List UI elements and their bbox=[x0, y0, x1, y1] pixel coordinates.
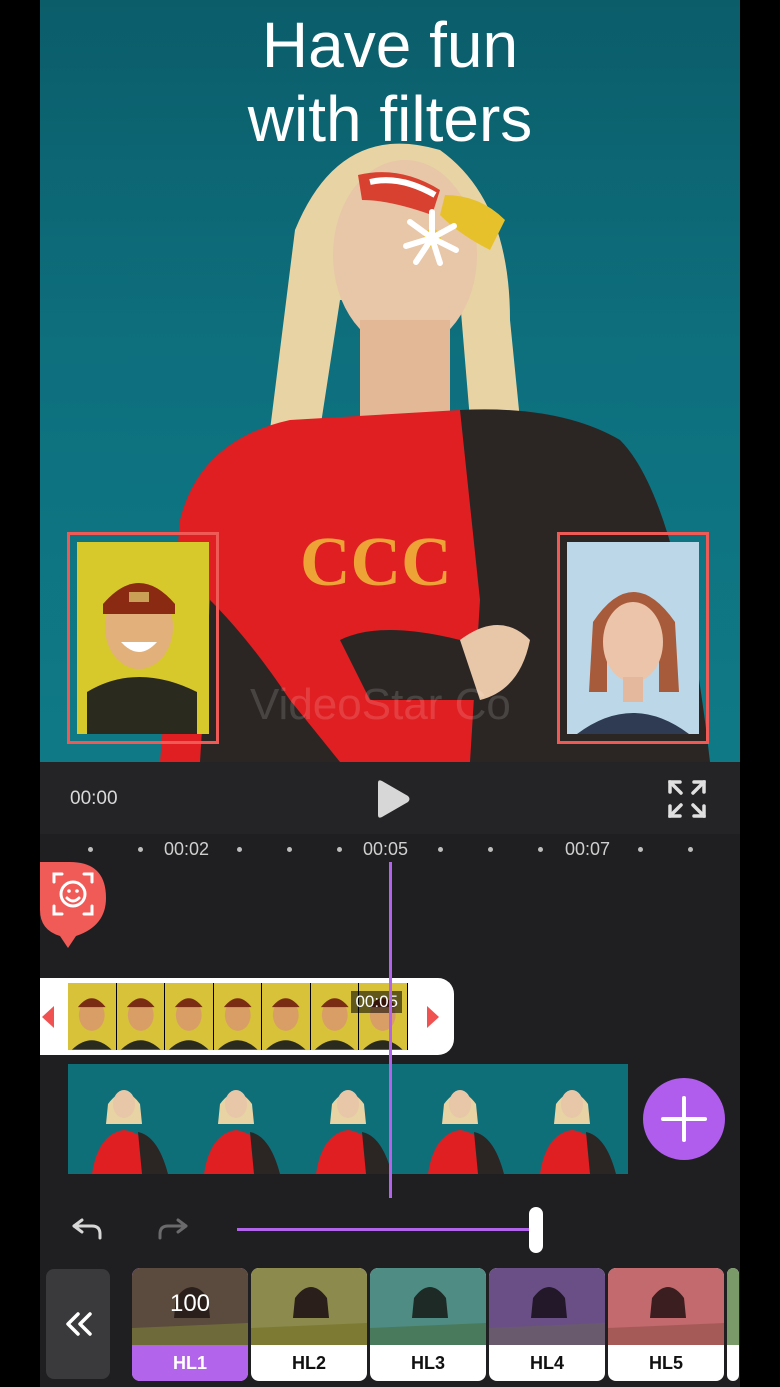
tick-label: 00:05 bbox=[363, 839, 409, 859]
ruler-dot bbox=[538, 847, 543, 852]
filter-preview bbox=[489, 1268, 605, 1345]
filter-item-hl1[interactable]: 100 HL1 bbox=[132, 1268, 248, 1381]
plus-icon bbox=[661, 1096, 707, 1142]
ruler-dot bbox=[488, 847, 493, 852]
headline-line-1: Have fun bbox=[261, 9, 519, 81]
current-time: 00:00 bbox=[70, 788, 118, 809]
add-clip-button[interactable] bbox=[643, 1078, 725, 1160]
headline-line-2: with filters bbox=[247, 83, 533, 155]
clip-thumb bbox=[292, 1064, 404, 1174]
ruler-dot bbox=[138, 847, 143, 852]
overlay-clip-thumbnails: 00:05 bbox=[68, 983, 408, 1050]
player-bar: 00:00 bbox=[40, 762, 740, 834]
face-photo-man bbox=[77, 542, 209, 734]
face-scan-icon[interactable] bbox=[40, 860, 106, 950]
double-chevron-left-icon bbox=[66, 1312, 92, 1336]
filter-item-hl4[interactable]: HL4 bbox=[489, 1268, 605, 1381]
face-detection-frame-left[interactable] bbox=[67, 532, 219, 744]
playhead[interactable] bbox=[389, 862, 392, 1198]
filter-strength-track[interactable] bbox=[237, 1228, 535, 1231]
filter-strength-handle[interactable] bbox=[529, 1207, 543, 1253]
face-photo-woman bbox=[567, 542, 699, 734]
face-detection-frame-right[interactable] bbox=[557, 532, 709, 744]
trim-left-handle[interactable] bbox=[42, 1006, 54, 1028]
filter-preview bbox=[727, 1268, 739, 1345]
filter-name: HL3 bbox=[410, 1353, 445, 1373]
clip-thumb bbox=[262, 983, 311, 1050]
filter-name: HL4 bbox=[529, 1353, 564, 1373]
ruler-dot bbox=[438, 847, 443, 852]
filter-name: HL5 bbox=[648, 1353, 683, 1373]
headline: Have fun with filters bbox=[40, 8, 740, 156]
back-button[interactable] bbox=[46, 1269, 110, 1379]
video-editor: CCC Have fun with filters VideoStar Co 0… bbox=[40, 0, 740, 1387]
filter-preview bbox=[608, 1268, 724, 1345]
filter-preview bbox=[251, 1268, 367, 1345]
svg-text:CCC: CCC bbox=[300, 524, 452, 601]
ruler-dot bbox=[287, 847, 292, 852]
clip-thumb bbox=[180, 1064, 292, 1174]
ruler-dot bbox=[337, 847, 342, 852]
tick-label: 00:07 bbox=[565, 839, 611, 859]
clip-thumb bbox=[516, 1064, 628, 1174]
clip-thumb bbox=[68, 1064, 180, 1174]
filter-item-hl5[interactable]: HL5 bbox=[608, 1268, 724, 1381]
filter-item-hl2[interactable]: HL2 bbox=[251, 1268, 367, 1381]
trim-right-handle[interactable] bbox=[427, 1006, 439, 1028]
filter-list: 100 HL1 HL2 HL3 HL4 HL5 bbox=[132, 1268, 740, 1381]
clip-thumb bbox=[404, 1064, 516, 1174]
ruler-dot bbox=[237, 847, 242, 852]
watermark: VideoStar Co bbox=[250, 680, 511, 729]
filter-name: HL1 bbox=[132, 1345, 248, 1381]
clip-thumb bbox=[116, 983, 165, 1050]
video-preview[interactable]: CCC Have fun with filters VideoStar Co bbox=[40, 0, 740, 762]
redo-icon[interactable] bbox=[156, 1214, 190, 1244]
filter-value: 100 bbox=[169, 1290, 211, 1317]
ruler-dot bbox=[638, 847, 643, 852]
ruler-dot bbox=[688, 847, 693, 852]
filter-name: HL2 bbox=[291, 1353, 326, 1373]
fullscreen-icon[interactable] bbox=[666, 778, 708, 820]
overlay-clip-duration: 00:05 bbox=[351, 991, 402, 1013]
ruler-dot bbox=[88, 847, 93, 852]
filter-preview bbox=[370, 1268, 486, 1345]
undo-icon[interactable] bbox=[70, 1214, 104, 1244]
clip-thumb bbox=[213, 983, 262, 1050]
main-video-track[interactable] bbox=[68, 1064, 628, 1174]
filter-item-hl3[interactable]: HL3 bbox=[370, 1268, 486, 1381]
clip-thumb bbox=[68, 983, 117, 1050]
tick-label: 00:02 bbox=[164, 839, 210, 859]
play-icon[interactable] bbox=[372, 779, 412, 819]
clip-thumb bbox=[165, 983, 214, 1050]
filter-item-partial[interactable] bbox=[727, 1268, 739, 1381]
